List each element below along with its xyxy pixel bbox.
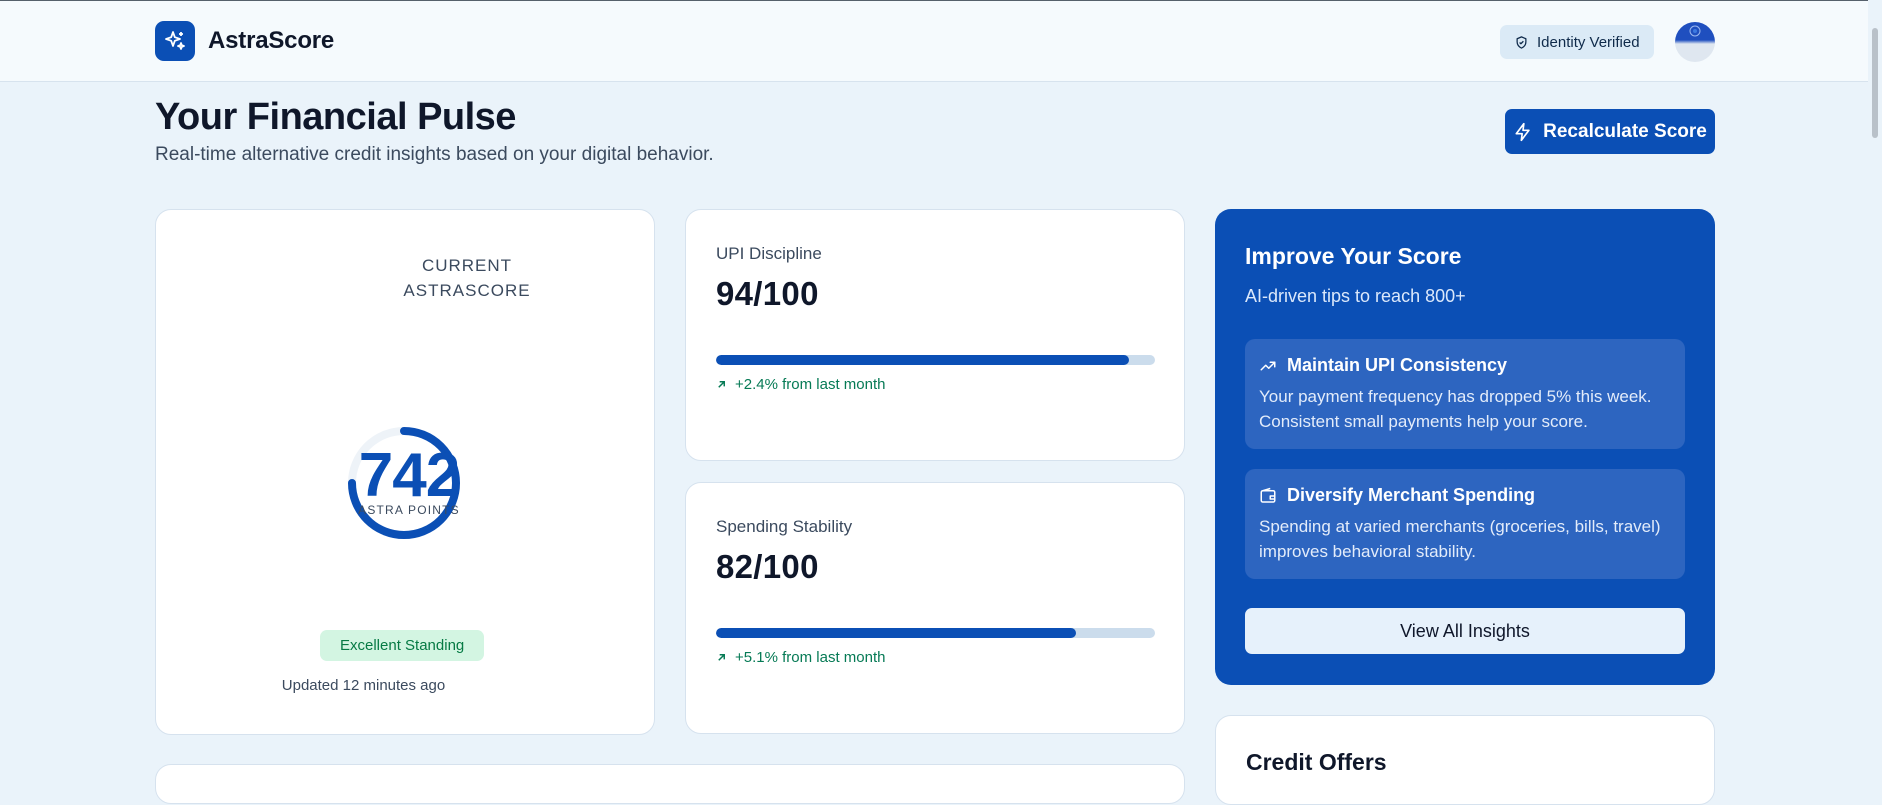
score-value: 742 <box>358 441 460 510</box>
improve-title: Improve Your Score <box>1245 243 1462 269</box>
metric-value: 82/100 <box>716 548 819 585</box>
metric-card-spending: Spending Stability 82/100 +5.1% from las… <box>685 482 1185 734</box>
brand-name: AstraScore <box>208 27 335 54</box>
tip-body: Your payment frequency has dropped 5% th… <box>1259 387 1652 431</box>
identity-verified-badge: Identity Verified <box>1500 25 1654 59</box>
improve-score-card: Improve Your Score AI-driven tips to rea… <box>1215 209 1715 685</box>
avatar[interactable] <box>1675 22 1715 62</box>
brand[interactable]: AstraScore <box>155 21 334 61</box>
progress-track <box>716 628 1155 638</box>
standing-badge: Excellent Standing <box>320 630 485 661</box>
tip-card[interactable]: Maintain UPI Consistency Your payment fr… <box>1245 339 1685 449</box>
lightning-icon <box>1515 122 1530 141</box>
metric-trend: +2.4% from last month <box>716 376 885 393</box>
recalculate-score-button[interactable]: Recalculate Score <box>1505 109 1715 154</box>
updated-timestamp: Updated 12 minutes ago <box>281 677 446 694</box>
tip-body: Spending at varied merchants (groceries,… <box>1259 517 1661 561</box>
top-navbar: AstraScore Identity Verified <box>0 0 1882 82</box>
lower-card <box>155 764 1185 804</box>
shield-check-icon <box>1516 35 1527 49</box>
sparkles-icon <box>155 21 195 61</box>
trending-up-icon <box>1260 361 1276 370</box>
credit-offers-title: Credit Offers <box>1246 749 1387 775</box>
credit-offers-card: Credit Offers <box>1215 715 1715 805</box>
progress-fill <box>716 628 1076 638</box>
recalculate-label: Recalculate Score <box>1543 120 1707 142</box>
page-subtitle: Real-time alternative credit insights ba… <box>155 144 714 165</box>
arrow-up-right-icon <box>718 381 725 388</box>
metric-card-upi: UPI Discipline 94/100 +2.4% from last mo… <box>685 209 1185 461</box>
tip-card[interactable]: Diversify Merchant Spending Spending at … <box>1245 469 1685 579</box>
scrollbar[interactable] <box>1868 0 1882 768</box>
metric-name: UPI Discipline <box>716 244 822 263</box>
metric-trend: +5.1% from last month <box>716 649 885 666</box>
improve-subtitle: AI-driven tips to reach 800+ <box>1245 286 1466 306</box>
view-all-insights-button[interactable]: View All Insights <box>1245 608 1685 654</box>
tip-title-row: Maintain UPI Consistency <box>1259 355 1507 376</box>
verified-label: Identity Verified <box>1537 33 1640 51</box>
metric-value: 94/100 <box>716 275 819 312</box>
wallet-icon <box>1260 487 1276 503</box>
scrollbar-thumb[interactable] <box>1872 28 1878 138</box>
arrow-up-right-icon <box>718 654 725 661</box>
page-title: Your Financial Pulse <box>155 96 516 138</box>
astrascore-card: CURRENT ASTRASCORE 742 ASTRA POINTS Exce… <box>155 209 655 735</box>
progress-fill <box>716 355 1129 365</box>
progress-track <box>716 355 1155 365</box>
score-unit: ASTRA POINTS <box>358 503 460 517</box>
metric-name: Spending Stability <box>716 517 853 536</box>
tip-title-row: Diversify Merchant Spending <box>1259 485 1535 506</box>
